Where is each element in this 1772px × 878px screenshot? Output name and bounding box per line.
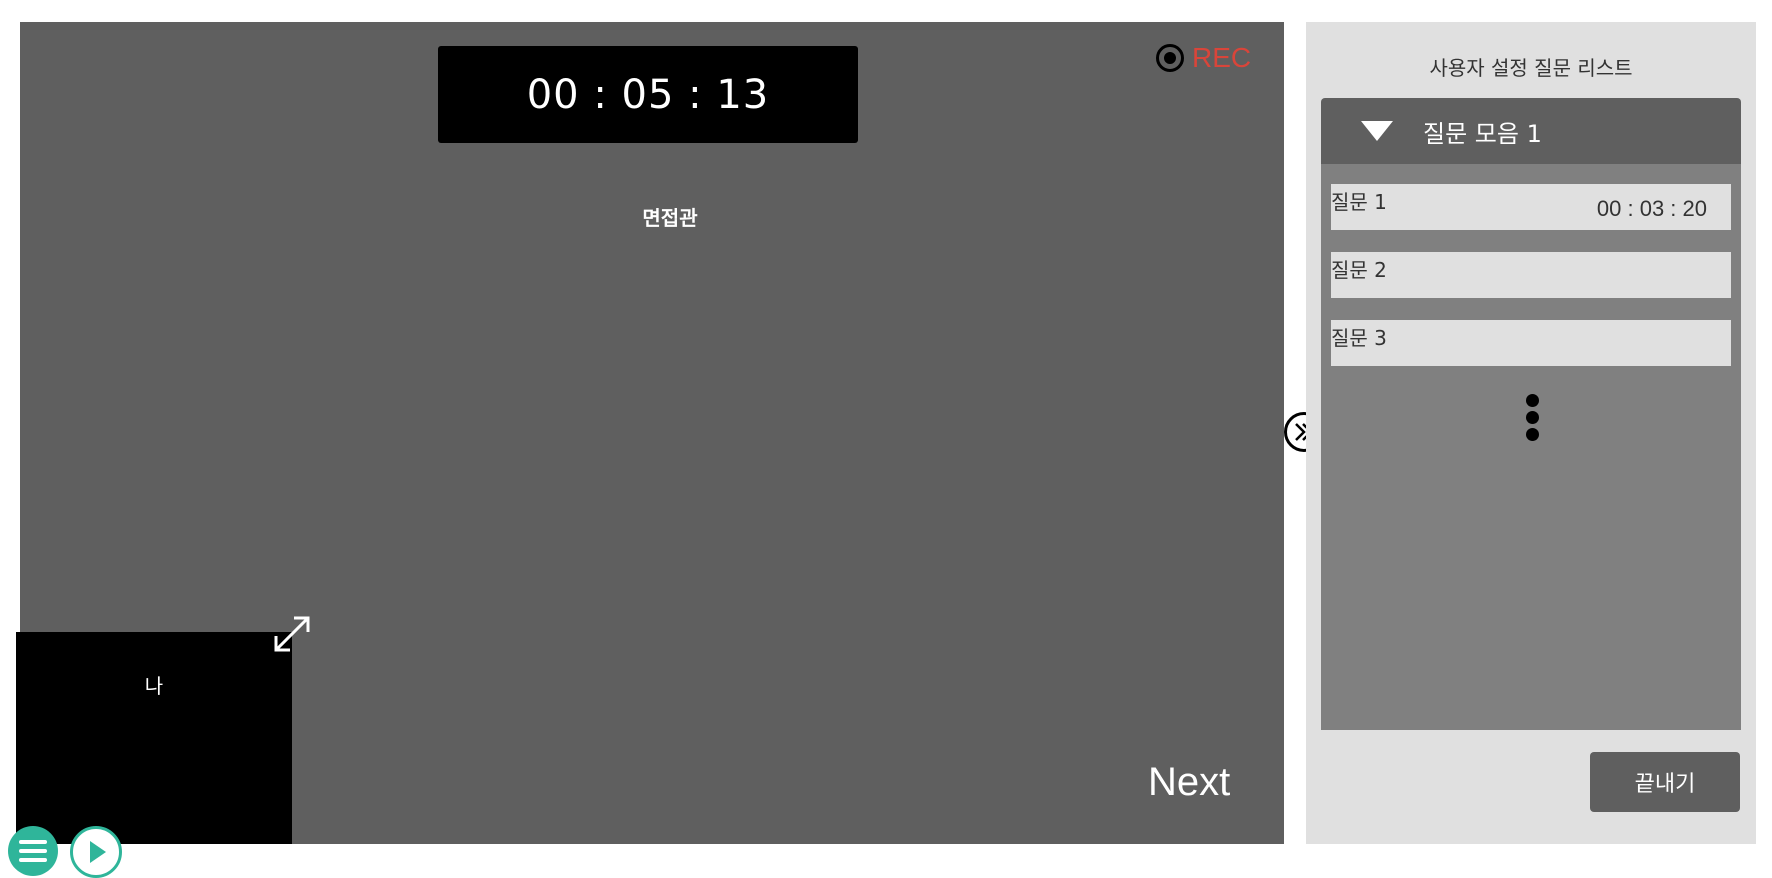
recording-indicator: REC [1156,42,1251,74]
expand-icon[interactable] [270,612,314,656]
elapsed-timer: 00 : 05 : 13 [438,46,858,143]
question-group-header[interactable]: 질문 모음 1 [1321,98,1741,164]
question-group-body: 질문 1 00 : 03 : 20 질문 2 질문 3 [1321,164,1741,730]
menu-icon[interactable] [8,826,58,876]
interviewer-label: 면접관 [642,206,698,230]
end-button[interactable]: 끝내기 [1590,752,1740,812]
question-label: 질문 1 [1331,190,1387,214]
self-video-view: 나 [16,632,292,844]
more-vertical-icon[interactable] [1526,394,1540,444]
question-label: 질문 3 [1331,326,1387,350]
question-group-label: 질문 모음 1 [1423,119,1542,148]
next-button[interactable]: Next [1148,760,1230,805]
question-item[interactable]: 질문 3 [1331,320,1731,366]
question-item[interactable]: 질문 2 [1331,252,1731,298]
play-icon[interactable] [70,826,122,878]
question-time: 00 : 03 : 20 [1596,196,1707,221]
interview-stage: 00 : 05 : 13 REC 면접관 나 Next [16,22,1284,844]
record-icon [1156,44,1184,72]
rec-label: REC [1192,42,1252,73]
question-label: 질문 2 [1331,258,1387,282]
bottom-toolbar [8,826,122,878]
question-item[interactable]: 질문 1 00 : 03 : 20 [1331,184,1731,230]
panel-title: 사용자 설정 질문 리스트 [1429,56,1633,80]
triangle-down-icon [1361,121,1393,141]
self-label: 나 [144,674,164,698]
question-list-panel: 사용자 설정 질문 리스트 질문 모음 1 질문 1 00 : 03 : 20 … [1306,22,1756,844]
